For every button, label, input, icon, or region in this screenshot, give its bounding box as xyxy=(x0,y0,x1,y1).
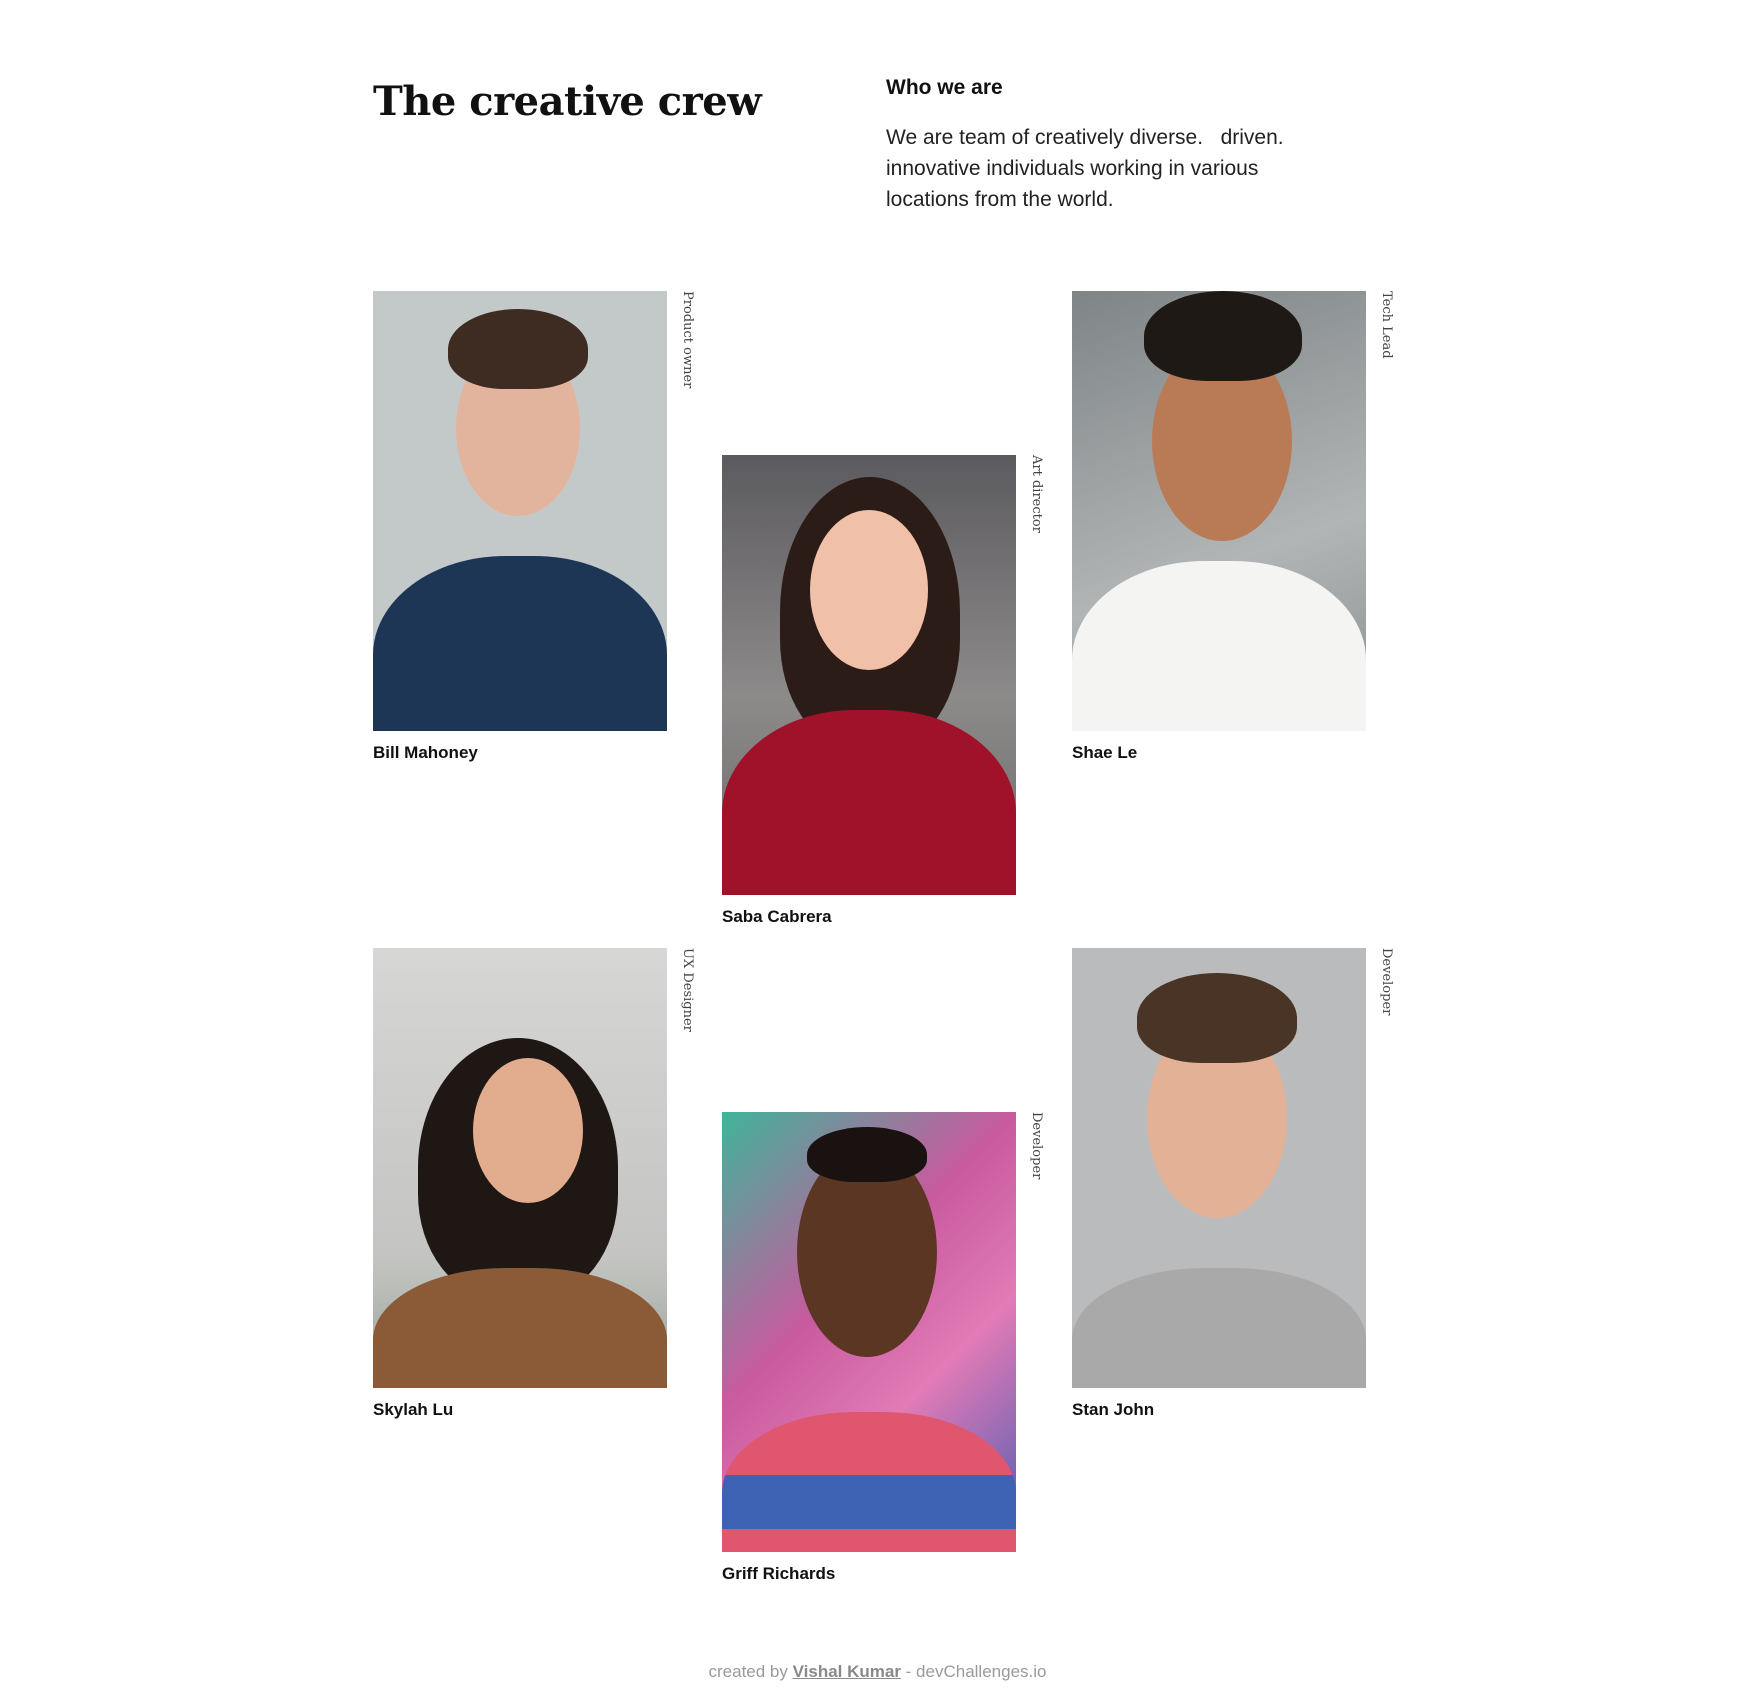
team-card-saba-cabrera: Art director Saba Cabrera xyxy=(722,455,1044,927)
team-card-skylah-lu: UX Designer Skylah Lu xyxy=(373,948,695,1420)
intro-heading: Who we are xyxy=(886,76,1003,99)
team-card-stan-john: Developer Stan John xyxy=(1072,948,1394,1420)
page-title: The creative crew xyxy=(373,78,762,125)
team-role: Tech Lead xyxy=(1379,291,1394,359)
portrait-photo xyxy=(722,455,1016,895)
portrait-photo xyxy=(722,1112,1016,1552)
team-name: Skylah Lu xyxy=(373,1400,454,1419)
team-role: Art director xyxy=(1029,455,1044,533)
team-name: Bill Mahoney xyxy=(373,743,478,762)
portrait-photo xyxy=(373,948,667,1388)
team-card-shae-le: Tech Lead Shae Le xyxy=(1072,291,1394,763)
team-role: Product owner xyxy=(680,291,695,389)
team-card-bill-mahoney: Product owner Bill Mahoney xyxy=(373,291,695,763)
team-role: Developer xyxy=(1379,948,1394,1016)
team-card-griff-richards: Developer Griff Richards xyxy=(722,1112,1044,1584)
footer-suffix: - devChallenges.io xyxy=(900,1662,1047,1681)
team-name: Saba Cabrera xyxy=(722,907,832,926)
footer-prefix: created by xyxy=(708,1662,793,1681)
team-name: Shae Le xyxy=(1072,743,1138,762)
intro-section: Who we are We are team of creatively div… xyxy=(886,76,1356,215)
author-link[interactable]: Vishal Kumar xyxy=(793,1662,901,1681)
portrait-photo xyxy=(1072,291,1366,731)
team-role: UX Designer xyxy=(680,948,695,1032)
portrait-photo xyxy=(373,291,667,731)
portrait-photo xyxy=(1072,948,1366,1388)
team-name: Griff Richards xyxy=(722,1564,836,1583)
team-name: Stan John xyxy=(1072,1400,1155,1419)
intro-text: We are team of creatively diverse. drive… xyxy=(886,126,1284,211)
footer: created by Vishal Kumar - devChallenges.… xyxy=(0,1662,1755,1682)
team-role: Developer xyxy=(1029,1112,1044,1180)
